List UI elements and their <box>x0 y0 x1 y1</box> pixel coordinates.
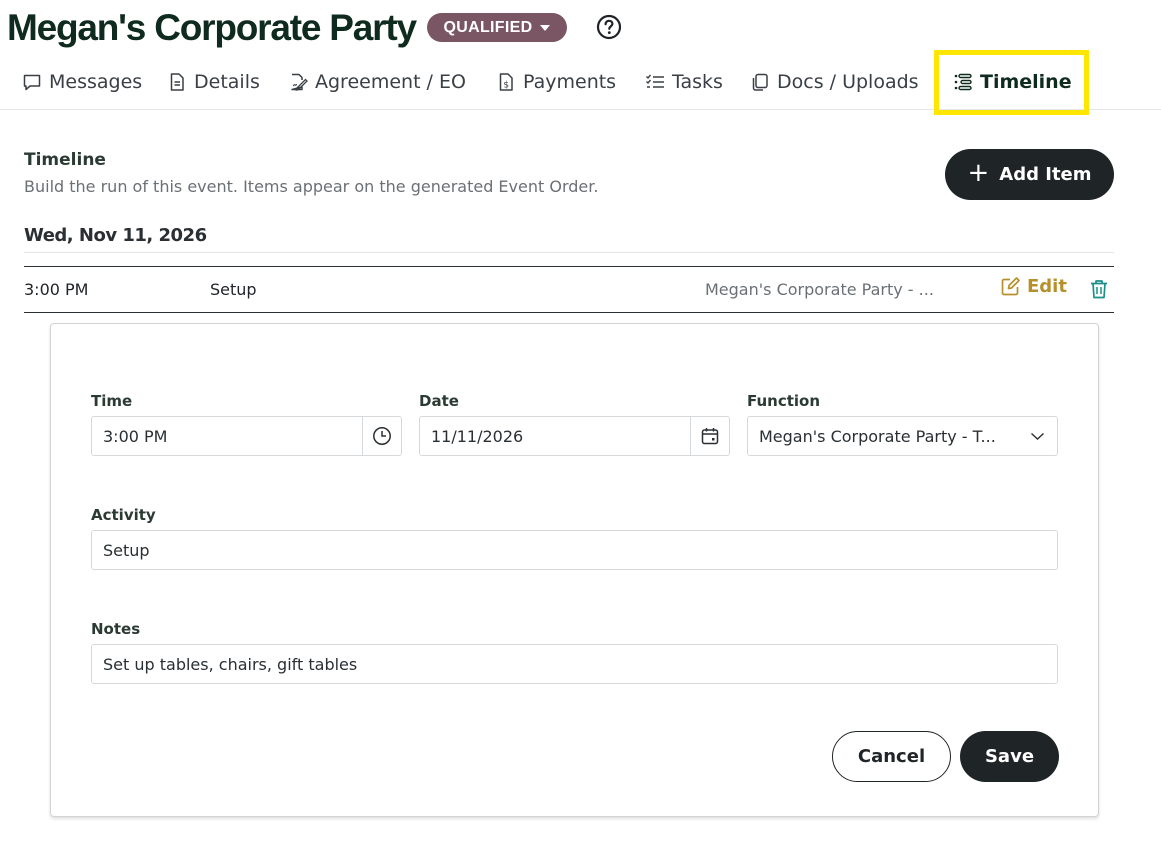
activity-value: Setup <box>103 540 150 560</box>
notes-value: Set up tables, chairs, gift tables <box>103 654 358 674</box>
row-function: Megan's Corporate Party - ... <box>705 280 934 299</box>
caret-down-icon <box>540 24 551 31</box>
function-label: Function <box>747 392 821 410</box>
function-select[interactable]: Megan's Corporate Party - T... <box>747 416 1058 456</box>
document-icon <box>170 73 184 91</box>
activity-input[interactable]: Setup <box>91 530 1058 570</box>
cancel-button[interactable]: Cancel <box>832 731 951 782</box>
row-activity: Setup <box>210 280 257 299</box>
section-subtitle: Build the run of this event. Items appea… <box>24 177 599 196</box>
status-dropdown[interactable]: QUALIFIED <box>427 13 567 42</box>
message-icon <box>23 74 41 91</box>
tab-messages[interactable]: Messages <box>22 54 142 110</box>
page-title: Megan's Corporate Party <box>7 7 417 48</box>
tab-details[interactable]: Details <box>167 54 260 110</box>
time-label: Time <box>91 392 133 410</box>
section-title: Timeline <box>24 150 106 170</box>
add-item-label: Add Item <box>999 164 1092 185</box>
divider <box>24 312 1114 313</box>
date-value: 11/11/2026 <box>431 426 524 446</box>
calendar-icon <box>701 428 719 445</box>
trash-icon[interactable] <box>1088 278 1110 300</box>
notes-input[interactable]: Set up tables, chairs, gift tables <box>91 644 1058 684</box>
chevron-down-icon <box>1031 432 1044 440</box>
clock-icon <box>373 427 391 445</box>
tab-payments[interactable]: $ Payments <box>496 54 616 110</box>
date-field[interactable]: 11/11/2026 <box>419 416 730 456</box>
date-group-header: Wed, Nov 11, 2026 <box>24 225 207 246</box>
copy-icon <box>752 73 768 91</box>
question-circle-icon[interactable] <box>596 14 622 40</box>
edit-label: Edit <box>1027 276 1067 297</box>
timeline-row: 3:00 PM Setup Megan's Corporate Party - … <box>24 267 1114 312</box>
plus-icon: + <box>967 158 990 188</box>
activity-label: Activity <box>91 506 156 524</box>
row-time: 3:00 PM <box>24 280 89 299</box>
time-value: 3:00 PM <box>103 426 168 446</box>
calendar-button[interactable] <box>690 417 729 455</box>
function-value: Megan's Corporate Party - T... <box>759 426 996 446</box>
tab-label: Docs / Uploads <box>777 71 919 93</box>
active-tab-highlight <box>934 50 1089 115</box>
tab-label: Messages <box>49 71 143 93</box>
time-field[interactable]: 3:00 PM <box>91 416 402 456</box>
svg-text:$: $ <box>503 81 509 91</box>
tab-label: Details <box>194 71 260 93</box>
signature-icon <box>291 73 308 91</box>
divider <box>24 252 1114 253</box>
tab-docs-uploads[interactable]: Docs / Uploads <box>750 54 919 110</box>
edit-button[interactable]: Edit <box>1000 276 1067 297</box>
tab-label: Payments <box>523 71 617 93</box>
tab-agreement[interactable]: Agreement / EO <box>288 54 466 110</box>
tab-label: Agreement / EO <box>315 71 466 93</box>
tab-tasks[interactable]: Tasks <box>645 54 723 110</box>
clock-button[interactable] <box>362 417 401 455</box>
status-label: QUALIFIED <box>443 18 533 36</box>
date-label: Date <box>419 392 459 410</box>
checklist-icon <box>646 74 664 88</box>
save-button[interactable]: Save <box>960 731 1059 782</box>
notes-label: Notes <box>91 620 141 638</box>
invoice-dollar-icon: $ <box>499 73 513 91</box>
edit-icon <box>1001 277 1020 296</box>
add-item-button[interactable]: + Add Item <box>945 149 1114 200</box>
tab-label: Tasks <box>672 71 723 93</box>
edit-item-form: Time 3:00 PM Date 11/11/2026 Function Me… <box>50 323 1099 817</box>
